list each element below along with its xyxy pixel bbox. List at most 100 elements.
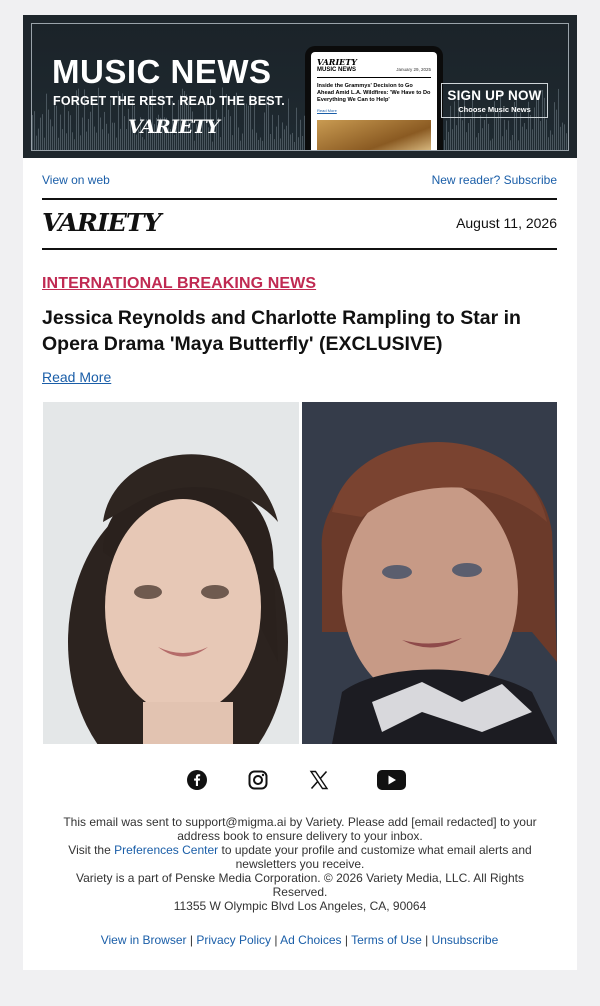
- header-bottom-rule: [42, 248, 557, 250]
- sign-up-now-button[interactable]: SIGN UP NOW Choose Music News: [441, 83, 548, 118]
- equalizer-bar: [44, 137, 45, 150]
- equalizer-bar: [72, 132, 73, 150]
- article-photo[interactable]: [43, 402, 557, 744]
- equalizer-bar: [260, 137, 261, 150]
- equalizer-bar: [288, 98, 289, 150]
- equalizer-bar: [264, 112, 265, 150]
- equalizer-bar: [488, 123, 489, 150]
- equalizer-bar: [224, 116, 225, 150]
- equalizer-bar: [104, 111, 105, 150]
- article-headline[interactable]: Jessica Reynolds and Charlotte Rampling …: [42, 305, 557, 357]
- equalizer-bar: [94, 126, 95, 150]
- x-icon[interactable]: [307, 768, 331, 792]
- privacy-policy-link[interactable]: Privacy Policy: [196, 933, 271, 947]
- equalizer-bar: [92, 105, 93, 150]
- equalizer-bar: [142, 137, 143, 150]
- phone-mockup: VARIETY MUSIC NEWS January 29, 2025 Insi…: [305, 46, 443, 150]
- equalizer-bar: [100, 117, 101, 150]
- music-news-banner[interactable]: MUSIC NEWS FORGET THE REST. READ THE BES…: [23, 15, 577, 158]
- equalizer-bar: [36, 135, 37, 150]
- footer-sent-to-text: This email was sent to support@migma.ai …: [63, 815, 537, 843]
- equalizer-bar: [32, 115, 33, 150]
- equalizer-bar: [504, 119, 505, 150]
- equalizer-bar: [290, 134, 291, 150]
- unsubscribe-link[interactable]: Unsubscribe: [432, 933, 499, 947]
- equalizer-bar: [88, 118, 89, 150]
- equalizer-bar: [38, 128, 39, 150]
- equalizer-bar: [508, 120, 509, 150]
- preferences-center-link[interactable]: Preferences Center: [114, 843, 218, 857]
- equalizer-bar: [212, 141, 213, 150]
- equalizer-bar: [506, 129, 507, 150]
- equalizer-bar: [280, 138, 281, 150]
- equalizer-bar: [252, 129, 253, 150]
- read-more-link[interactable]: Read More: [42, 369, 111, 385]
- equalizer-bar: [566, 133, 567, 150]
- section-kicker[interactable]: INTERNATIONAL BREAKING NEWS: [42, 275, 316, 293]
- facebook-icon[interactable]: [185, 768, 209, 792]
- equalizer-bar: [50, 119, 51, 150]
- equalizer-bar: [82, 117, 83, 150]
- equalizer-bar: [120, 128, 121, 150]
- equalizer-bar: [64, 105, 65, 150]
- equalizer-bar: [550, 130, 551, 150]
- terms-of-use-link[interactable]: Terms of Use: [351, 933, 422, 947]
- equalizer-bar: [462, 120, 463, 150]
- preferences-prefix: Visit the: [68, 843, 115, 857]
- view-in-browser-link[interactable]: View in Browser: [101, 933, 187, 947]
- banner-title: MUSIC NEWS: [52, 53, 272, 90]
- equalizer-bar: [144, 139, 145, 150]
- phone-grammy-image: [317, 120, 431, 150]
- sign-up-label: SIGN UP NOW: [447, 88, 542, 103]
- equalizer-bar: [232, 135, 233, 150]
- equalizer-bar: [456, 125, 457, 150]
- equalizer-bar: [484, 119, 485, 150]
- portrait-left-illustration: [43, 402, 299, 744]
- equalizer-bar: [532, 129, 533, 150]
- equalizer-bar: [284, 129, 285, 150]
- equalizer-bar: [124, 116, 125, 150]
- equalizer-bar: [116, 137, 117, 150]
- equalizer-bar: [480, 115, 481, 150]
- equalizer-bar: [540, 120, 541, 150]
- equalizer-bar: [80, 135, 81, 150]
- equalizer-bar: [238, 127, 239, 150]
- equalizer-bar: [466, 132, 467, 150]
- new-reader-subscribe-link[interactable]: New reader? Subscribe: [432, 173, 557, 187]
- equalizer-bar: [496, 116, 497, 150]
- equalizer-bar: [228, 109, 229, 150]
- equalizer-bar: [552, 134, 553, 150]
- equalizer-bar: [270, 133, 271, 150]
- equalizer-bar: [102, 129, 103, 150]
- equalizer-bar: [286, 125, 287, 150]
- equalizer-bar: [560, 126, 561, 150]
- equalizer-bar: [106, 123, 107, 150]
- equalizer-bar: [108, 133, 109, 150]
- equalizer-bar: [114, 122, 115, 150]
- equalizer-bar: [296, 107, 297, 150]
- equalizer-bar: [448, 131, 449, 150]
- phone-variety-logo: VARIETY: [317, 57, 357, 67]
- equalizer-bar: [530, 114, 531, 150]
- equalizer-bar: [298, 137, 299, 150]
- view-on-web-link[interactable]: View on web: [42, 173, 110, 187]
- ad-choices-link[interactable]: Ad Choices: [280, 933, 341, 947]
- equalizer-bar: [292, 132, 293, 150]
- footer-copyright-text: Variety is a part of Penske Media Corpor…: [76, 871, 524, 899]
- banner-subtitle: FORGET THE REST. READ THE BEST.: [53, 94, 285, 108]
- variety-logo[interactable]: VARIETY: [42, 208, 162, 237]
- instagram-icon[interactable]: [246, 768, 270, 792]
- equalizer-bar: [468, 123, 469, 150]
- youtube-icon[interactable]: [376, 768, 406, 792]
- equalizer-bar: [554, 102, 555, 150]
- equalizer-bar: [220, 137, 221, 150]
- equalizer-bar: [278, 115, 279, 150]
- equalizer-bar: [60, 114, 61, 150]
- banner-frame: MUSIC NEWS FORGET THE REST. READ THE BES…: [31, 23, 569, 151]
- equalizer-bar: [256, 132, 257, 150]
- equalizer-bar: [244, 103, 245, 150]
- phone-read-more: Read More: [317, 108, 337, 113]
- phone-headline: Inside the Grammys' Decision to Go Ahead…: [317, 83, 431, 103]
- equalizer-bar: [452, 129, 453, 150]
- footer-address-text: 11355 W Olympic Blvd Los Angeles, CA, 90…: [173, 899, 427, 913]
